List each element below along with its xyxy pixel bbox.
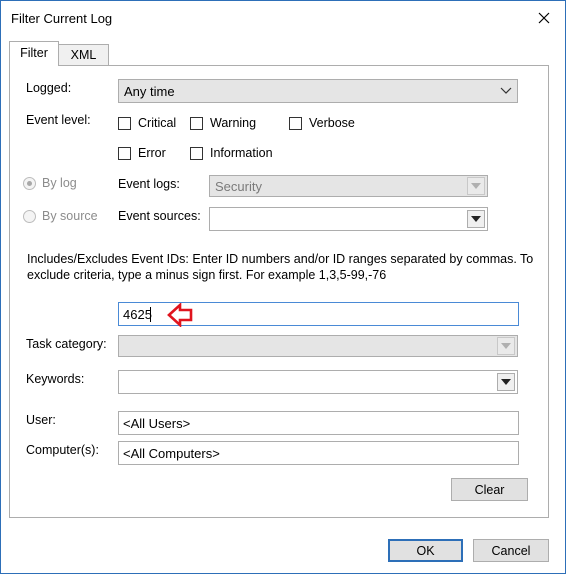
critical-label: Critical xyxy=(138,116,177,130)
window-title: Filter Current Log xyxy=(11,11,113,26)
cancel-button[interactable]: Cancel xyxy=(473,539,549,562)
critical-checkbox[interactable]: Critical xyxy=(118,116,176,130)
user-value: <All Users> xyxy=(123,416,191,431)
filter-dialog: Filter Current Log Filter XML Logged: An… xyxy=(0,0,566,574)
checkbox-box xyxy=(190,116,203,130)
warning-label: Warning xyxy=(210,116,257,130)
by-log-label: By log xyxy=(42,176,77,190)
event-ids-value: 4625 xyxy=(123,307,152,322)
logged-value: Any time xyxy=(124,84,175,99)
computers-value: <All Computers> xyxy=(123,446,220,461)
event-level-label: Event level: xyxy=(26,113,91,127)
event-logs-select[interactable]: Security xyxy=(209,175,488,197)
tab-xml[interactable]: XML xyxy=(59,44,109,65)
task-category-label: Task category: xyxy=(26,337,107,351)
logged-label: Logged: xyxy=(26,81,72,95)
computers-input[interactable]: <All Computers> xyxy=(118,441,519,465)
dropdown-arrow-icon xyxy=(497,337,515,355)
event-logs-label: Event logs: xyxy=(118,177,180,191)
chevron-down-icon xyxy=(499,85,513,97)
error-label: Error xyxy=(138,146,166,160)
radio-circle xyxy=(23,209,36,223)
keywords-label: Keywords: xyxy=(26,372,85,386)
warning-checkbox[interactable]: Warning xyxy=(190,116,256,130)
dropdown-arrow-icon xyxy=(497,373,515,391)
close-button[interactable] xyxy=(531,5,557,31)
event-sources-label: Event sources: xyxy=(118,209,201,223)
close-icon xyxy=(538,12,550,24)
information-label: Information xyxy=(210,146,273,160)
by-source-radio[interactable]: By source xyxy=(23,209,98,223)
filter-panel: Logged: Any time Event level: Critical W… xyxy=(9,65,549,518)
dropdown-arrow-icon xyxy=(467,177,485,195)
checkbox-box xyxy=(289,116,302,130)
verbose-label: Verbose xyxy=(309,116,355,130)
checkbox-box xyxy=(118,146,131,160)
error-checkbox[interactable]: Error xyxy=(118,146,166,160)
information-checkbox[interactable]: Information xyxy=(190,146,273,160)
dropdown-arrow-icon xyxy=(467,210,485,228)
event-sources-select[interactable] xyxy=(209,207,488,231)
title-bar: Filter Current Log xyxy=(1,1,565,35)
keywords-select[interactable] xyxy=(118,370,518,394)
event-ids-description: Includes/Excludes Event IDs: Enter ID nu… xyxy=(27,252,534,282)
clear-button[interactable]: Clear xyxy=(451,478,528,501)
task-category-select[interactable] xyxy=(118,335,518,357)
red-arrow-annotation xyxy=(167,303,193,327)
computers-label: Computer(s): xyxy=(26,443,99,457)
user-input[interactable]: <All Users> xyxy=(118,411,519,435)
by-source-label: By source xyxy=(42,209,98,223)
ok-button[interactable]: OK xyxy=(388,539,463,562)
tab-filter[interactable]: Filter xyxy=(9,41,59,66)
text-caret xyxy=(150,307,151,322)
user-label: User: xyxy=(26,413,56,427)
checkbox-box xyxy=(118,116,131,130)
logged-select[interactable]: Any time xyxy=(118,79,518,103)
by-log-radio[interactable]: By log xyxy=(23,176,77,190)
radio-circle xyxy=(23,176,36,190)
event-logs-value: Security xyxy=(215,179,262,194)
verbose-checkbox[interactable]: Verbose xyxy=(289,116,355,130)
checkbox-box xyxy=(190,146,203,160)
